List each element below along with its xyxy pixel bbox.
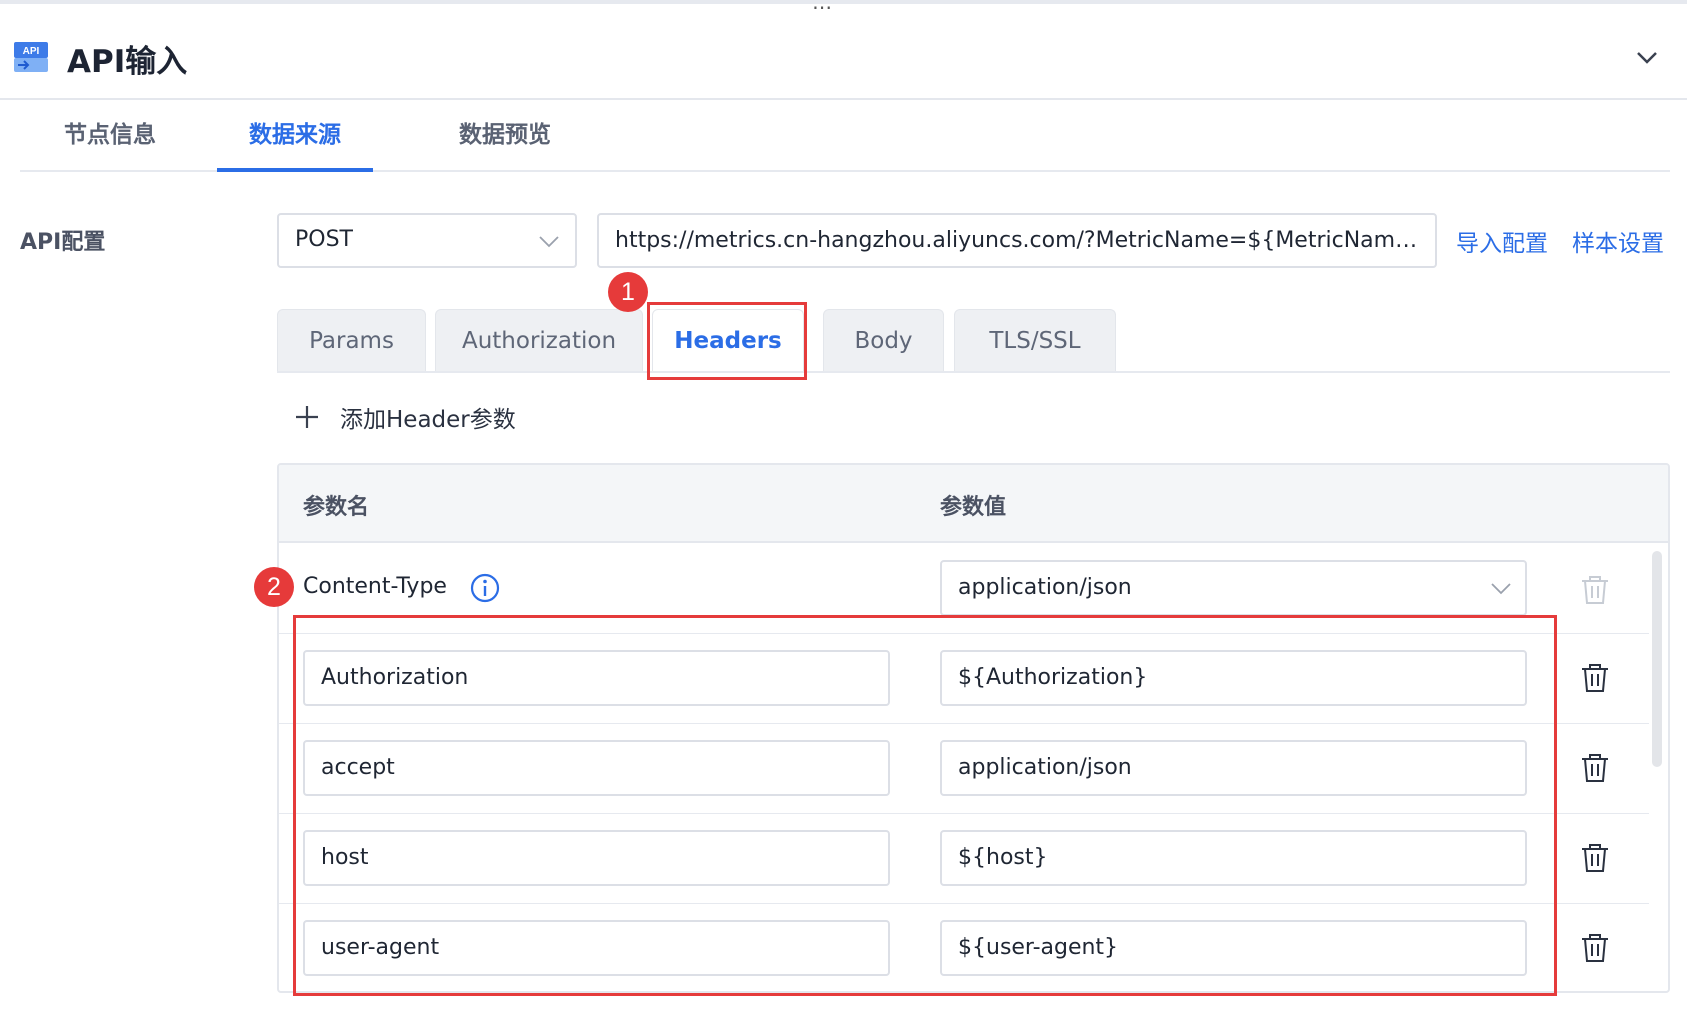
tab-data-preview[interactable]: 数据预览 [425,100,585,172]
col-header-name: 参数名 [303,495,370,520]
table-row: Authorization ${Authorization} [279,634,1649,724]
import-config-link[interactable]: 导入配置 [1456,224,1548,258]
sample-settings-link[interactable]: 样本设置 [1572,224,1664,258]
api-config-label: API配置 [20,230,106,255]
table-scrollbar[interactable] [1652,551,1662,767]
headers-table: 参数名 参数值 Content-Type application/json Au… [277,463,1670,993]
chevron-down-icon [539,236,559,248]
trash-icon[interactable] [1580,932,1610,964]
param-value-input[interactable]: ${user-agent} [940,920,1527,976]
method-select[interactable]: POST [277,213,577,268]
table-row: host ${host} [279,814,1649,904]
plus-icon [296,406,318,428]
table-row: accept application/json [279,724,1649,814]
subtab-params[interactable]: Params [277,309,426,372]
subtab-authorization[interactable]: Authorization [435,309,643,372]
trash-icon-disabled [1582,576,1608,604]
panel-header: API API输入 [0,4,1687,100]
table-row-content-type: Content-Type application/json [279,544,1649,634]
api-icon-text: API [23,46,40,57]
param-value-input[interactable]: ${host} [940,830,1527,886]
trash-icon[interactable] [1580,842,1610,874]
param-value-input[interactable]: ${Authorization} [940,650,1527,706]
subtab-headers[interactable]: Headers [652,309,804,372]
trash-icon[interactable] [1580,662,1610,694]
subtab-tls-ssl[interactable]: TLS/SSL [954,309,1116,372]
content-type-select[interactable]: application/json [940,560,1527,616]
info-icon[interactable] [469,572,501,604]
subtab-body[interactable]: Body [823,309,944,372]
table-header: 参数名 参数值 [279,465,1668,543]
add-header-label: 添加Header参数 [340,407,516,433]
subtabs-divider [277,371,1670,373]
param-name-input[interactable]: user-agent [303,920,890,976]
annotation-badge-1: 1 [608,272,648,312]
method-value: POST [295,227,353,252]
trash-icon[interactable] [1580,752,1610,784]
param-name-input[interactable]: host [303,830,890,886]
table-row: user-agent ${user-agent} [279,904,1649,991]
param-value-input[interactable]: application/json [940,740,1527,796]
content-type-label: Content-Type [303,574,447,599]
tab-data-source[interactable]: 数据来源 [217,100,373,172]
url-input[interactable]: https://metrics.cn-hangzhou.aliyuncs.com… [597,213,1437,268]
main-tabs: 节点信息 数据来源 数据预览 [20,100,1670,172]
annotation-badge-2: 2 [254,567,294,607]
api-input-icon: API [14,42,48,72]
content-type-value: application/json [958,575,1132,600]
param-name-input[interactable]: accept [303,740,890,796]
panel-title: API输入 [67,44,188,80]
col-header-value: 参数值 [940,495,1007,520]
param-name-input[interactable]: Authorization [303,650,890,706]
chevron-down-icon [1491,583,1511,595]
collapse-chevron-icon[interactable] [1632,42,1662,72]
tab-node-info[interactable]: 节点信息 [30,100,190,172]
